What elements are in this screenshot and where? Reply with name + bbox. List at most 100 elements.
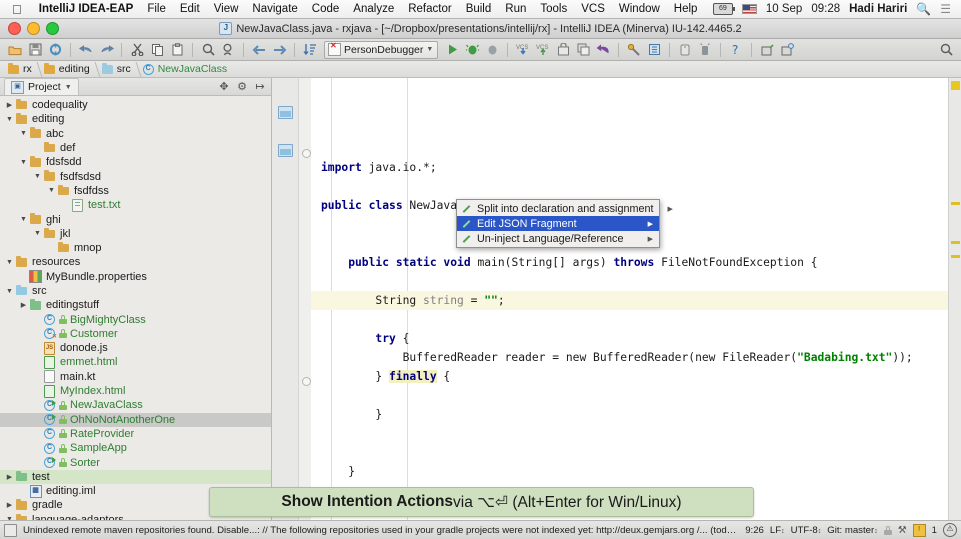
menu-item-edit[interactable]: Edit (173, 3, 207, 15)
tree-node-myindex-html[interactable]: MyIndex.html (0, 384, 271, 398)
breadcrumb-item-rx[interactable]: rx (4, 61, 40, 78)
warning-stripe-marker[interactable] (951, 202, 960, 205)
code-line[interactable] (311, 424, 948, 443)
save-icon[interactable] (26, 41, 44, 59)
search-icon[interactable]: 🔍 (916, 2, 931, 16)
vcs-update-icon[interactable]: VCS (514, 41, 532, 59)
run-configuration-selector[interactable]: PersonDebugger ▼ (324, 41, 438, 59)
cut-icon[interactable] (128, 41, 146, 59)
tree-node-abc[interactable]: ▼abc (0, 127, 271, 141)
code-folding-column[interactable] (299, 78, 311, 520)
intention-context-menu[interactable]: Split into declaration and assignment▶Ed… (456, 199, 660, 248)
submenu-arrow-icon[interactable]: ▶ (659, 205, 672, 213)
tree-node-rateprovider[interactable]: CRateProvider (0, 427, 271, 441)
class-marker-icon[interactable] (278, 106, 293, 119)
code-line[interactable]: BufferedReader reader = new BufferedRead… (311, 348, 948, 367)
tree-twisty-icon[interactable]: ▶ (4, 501, 15, 509)
menu-item-help[interactable]: Help (667, 3, 705, 15)
vcs-commit-icon[interactable]: VCS (534, 41, 552, 59)
code-line[interactable]: } (311, 405, 948, 424)
tree-twisty-icon[interactable]: ▶ (4, 473, 15, 481)
lock-icon[interactable] (884, 526, 892, 535)
sdk-manager-icon[interactable] (645, 41, 663, 59)
caret-position[interactable]: 9:26 (745, 525, 764, 536)
code-line[interactable] (311, 386, 948, 405)
code-line[interactable] (311, 272, 948, 291)
project-tool-tab[interactable]: ▣ Project ▼ (4, 78, 79, 95)
code-line[interactable] (311, 177, 948, 196)
tree-node-mnop[interactable]: mnop (0, 241, 271, 255)
tree-node-codequality[interactable]: ▶codequality (0, 98, 271, 112)
tree-twisty-icon[interactable]: ▼ (46, 187, 57, 194)
tree-node-main-kt[interactable]: main.kt (0, 370, 271, 384)
submenu-arrow-icon[interactable]: ▶ (640, 235, 653, 243)
debug-button[interactable] (463, 41, 481, 59)
scroll-from-source-icon[interactable]: ✥ (217, 80, 231, 94)
editor-gutter[interactable] (272, 78, 299, 520)
tree-node-fsdfsdsd[interactable]: ▼fsdfsdsd (0, 169, 271, 183)
fold-handle-icon[interactable] (302, 377, 311, 386)
tree-node-ohnonotanotherone[interactable]: COhNoNotAnotherOne (0, 413, 271, 427)
tree-node-sampleapp[interactable]: CSampleApp (0, 441, 271, 455)
settings-wrench-icon[interactable] (625, 41, 643, 59)
breadcrumb-item-editing[interactable]: editing (40, 61, 98, 78)
vcs-rollback-icon[interactable] (594, 41, 612, 59)
notification-icon[interactable]: ⚠ (943, 523, 957, 537)
tree-twisty-icon[interactable]: ▼ (32, 230, 43, 237)
hide-icon[interactable]: ↦ (253, 80, 267, 94)
list-icon[interactable]: ☰ (940, 2, 951, 16)
paste-icon[interactable] (168, 41, 186, 59)
sync-icon[interactable] (46, 41, 64, 59)
tree-node-editing[interactable]: ▼editing (0, 112, 271, 126)
apple-menu-icon[interactable]:  (12, 3, 22, 16)
context-menu-item-split-into-declaration-and-assignment[interactable]: Split into declaration and assignment▶ (457, 201, 659, 216)
tree-node-def[interactable]: def (0, 141, 271, 155)
tree-node-fdsfsdd[interactable]: ▼fdsfsdd (0, 155, 271, 169)
method-marker-icon[interactable] (278, 144, 293, 157)
tree-node-test-txt[interactable]: test.txt (0, 198, 271, 212)
close-window-button[interactable] (8, 22, 21, 35)
minimize-window-button[interactable] (27, 22, 40, 35)
gear-icon[interactable]: ⚙ (235, 80, 249, 94)
code-line[interactable]: } finally { (311, 367, 948, 386)
menu-item-tools[interactable]: Tools (533, 3, 574, 15)
maximize-window-button[interactable] (46, 22, 59, 35)
input-language-flag-icon[interactable] (742, 4, 757, 14)
error-stripe-marker[interactable] (951, 81, 960, 90)
run-button[interactable] (443, 41, 461, 59)
inspection-warning-icon[interactable]: ! (913, 524, 926, 537)
tree-node-ghi[interactable]: ▼ghi (0, 212, 271, 226)
tree-node-src[interactable]: ▼src (0, 284, 271, 298)
context-menu-item-un-inject-language-reference[interactable]: Un-inject Language/Reference▶ (457, 231, 659, 246)
tree-twisty-icon[interactable]: ▼ (4, 259, 15, 266)
tree-node-jkl[interactable]: ▼jkl (0, 227, 271, 241)
context-menu-item-edit-json-fragment[interactable]: Edit JSON Fragment▶ (457, 216, 659, 231)
warning-stripe-marker[interactable] (951, 255, 960, 258)
toggle-tool-windows-icon[interactable] (4, 524, 17, 537)
tree-twisty-icon[interactable]: ▼ (18, 216, 29, 223)
tree-node-bigmightyclass[interactable]: CBigMightyClass (0, 312, 271, 326)
tree-node-resources[interactable]: ▼resources (0, 255, 271, 269)
tree-node-newjavaclass[interactable]: CNewJavaClass (0, 398, 271, 412)
deploy-icon[interactable] (758, 41, 776, 59)
search-everywhere-icon[interactable] (937, 41, 955, 59)
redo-icon[interactable] (97, 41, 115, 59)
chevron-down-icon[interactable]: ▼ (426, 46, 433, 53)
tree-twisty-icon[interactable]: ▼ (4, 516, 15, 520)
tree-node-customer[interactable]: CCustomer (0, 327, 271, 341)
tree-twisty-icon[interactable]: ▼ (18, 130, 29, 137)
android-avd-icon[interactable] (676, 41, 694, 59)
forward-icon[interactable] (270, 41, 288, 59)
menu-item-window[interactable]: Window (612, 3, 667, 15)
menu-item-build[interactable]: Build (459, 3, 499, 15)
undo-icon[interactable] (77, 41, 95, 59)
menu-item-code[interactable]: Code (305, 3, 347, 15)
tree-twisty-icon[interactable]: ▶ (4, 101, 15, 109)
find-usages-icon[interactable] (219, 41, 237, 59)
tree-node-donode-js[interactable]: JSdonode.js (0, 341, 271, 355)
code-editor[interactable]: import java.io.*;public class NewJavaCla… (272, 78, 961, 520)
project-tree[interactable]: ▶codequality▼editing▼abcdef▼fdsfsdd▼fsdf… (0, 96, 271, 520)
tree-node-mybundle-properties[interactable]: MyBundle.properties (0, 270, 271, 284)
back-icon[interactable] (250, 41, 268, 59)
battery-icon[interactable]: 69 (713, 3, 733, 15)
